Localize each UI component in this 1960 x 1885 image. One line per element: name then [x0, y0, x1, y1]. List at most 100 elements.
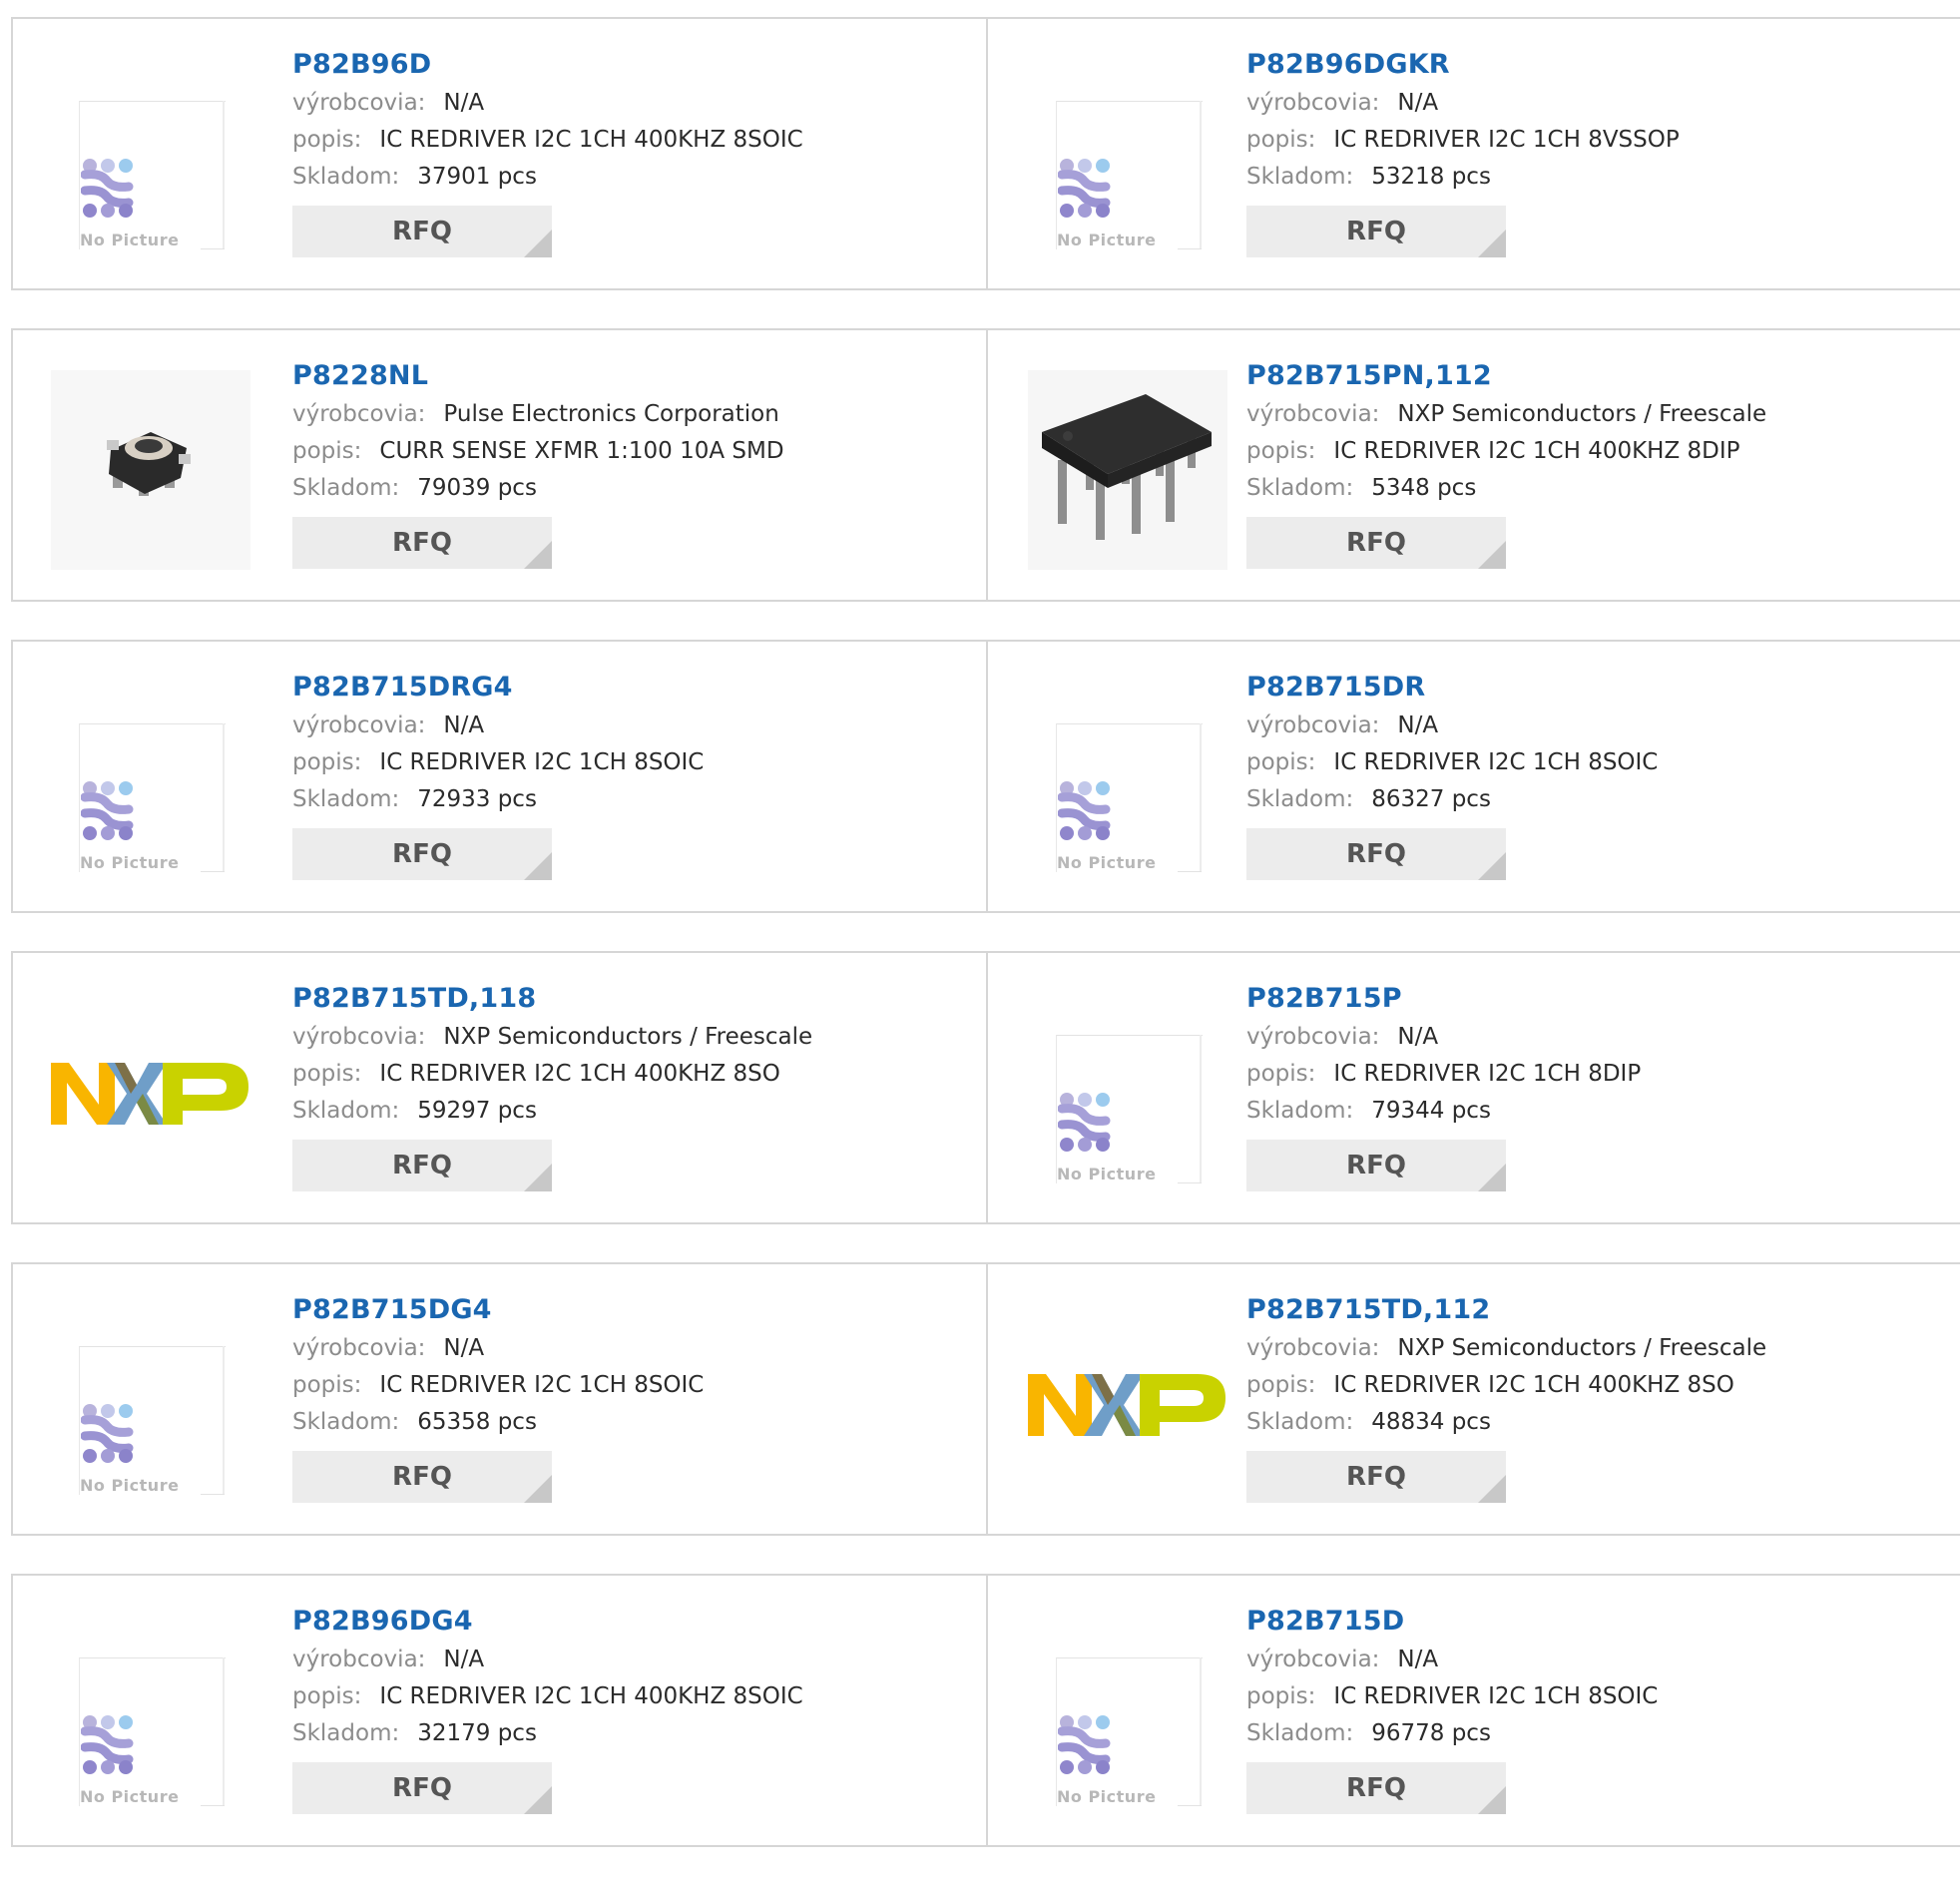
- rfq-button[interactable]: RFQ: [1246, 517, 1506, 569]
- manufacturer-value: N/A: [443, 90, 485, 116]
- product-row: No Picture P82B715DG4 výrobcovia: N/A pop…: [11, 1262, 1960, 1536]
- part-number-link[interactable]: P82B715DG4: [292, 1290, 704, 1330]
- description-label: popis:: [1246, 1372, 1316, 1398]
- stock-row: Skladom: 32179 pcs: [292, 1715, 803, 1752]
- stock-value: 86327 pcs: [1371, 786, 1491, 812]
- part-number-link[interactable]: P82B715P: [1246, 979, 1641, 1019]
- corner-fold-icon: [1478, 1786, 1506, 1814]
- description-value: IC REDRIVER I2C 1CH 8VSSOP: [1333, 127, 1680, 153]
- manufacturer-label: výrobcovia:: [292, 90, 426, 116]
- stock-row: Skladom: 65358 pcs: [292, 1404, 704, 1441]
- rfq-label: RFQ: [392, 839, 452, 869]
- manufacturer-value: N/A: [1397, 712, 1439, 738]
- rfq-button[interactable]: RFQ: [292, 1762, 552, 1814]
- rfq-button[interactable]: RFQ: [292, 828, 552, 880]
- product-info: P82B715TD,112 výrobcovia: NXP Semiconduct…: [1246, 1290, 1766, 1503]
- rfq-button[interactable]: RFQ: [292, 1140, 552, 1191]
- product-card: No Picture P82B715D výrobcovia: N/A popis…: [988, 1574, 1960, 1847]
- no-picture-placeholder: No Picture: [1028, 993, 1227, 1192]
- stock-label: Skladom:: [292, 475, 400, 501]
- part-number-link[interactable]: P82B715PN,112: [1246, 356, 1766, 396]
- manufacturer-row: výrobcovia: N/A: [292, 1642, 803, 1678]
- product-card: P82B715TD,118 výrobcovia: NXP Semiconduct…: [11, 951, 988, 1224]
- part-number-link[interactable]: P82B715TD,112: [1246, 1290, 1766, 1330]
- product-image[interactable]: No Picture: [1028, 682, 1227, 881]
- product-image[interactable]: No Picture: [1028, 1616, 1227, 1815]
- part-number-link[interactable]: P82B96DGKR: [1246, 45, 1680, 85]
- part-number-link[interactable]: P82B715DRG4: [292, 668, 704, 707]
- part-number-link[interactable]: P82B715TD,118: [292, 979, 812, 1019]
- product-image[interactable]: No Picture: [1028, 59, 1227, 258]
- manufacturer-row: výrobcovia: N/A: [1246, 707, 1658, 744]
- description-value: IC REDRIVER I2C 1CH 400KHZ 8SOIC: [379, 127, 803, 153]
- rfq-button[interactable]: RFQ: [1246, 828, 1506, 880]
- stock-value: 79344 pcs: [1371, 1098, 1491, 1124]
- no-picture-placeholder: No Picture: [1028, 1616, 1227, 1815]
- product-card: No Picture P82B96D výrobcovia: N/A popis:…: [11, 17, 988, 290]
- corner-fold-icon: [524, 541, 552, 569]
- part-number-link[interactable]: P82B96DG4: [292, 1602, 803, 1642]
- description-label: popis:: [292, 1372, 362, 1398]
- description-value: IC REDRIVER I2C 1CH 400KHZ 8SO: [1333, 1372, 1734, 1398]
- stock-row: Skladom: 86327 pcs: [1246, 781, 1658, 818]
- no-picture-text: No Picture: [1057, 1787, 1157, 1806]
- description-row: popis: IC REDRIVER I2C 1CH 8SOIC: [1246, 1678, 1658, 1715]
- manufacturer-label: výrobcovia:: [292, 1335, 426, 1361]
- description-label: popis:: [1246, 749, 1316, 775]
- part-number-link[interactable]: P8228NL: [292, 356, 784, 396]
- manufacturer-row: výrobcovia: N/A: [1246, 1642, 1658, 1678]
- product-image[interactable]: [51, 993, 250, 1192]
- product-image[interactable]: [1028, 370, 1227, 570]
- rfq-button[interactable]: RFQ: [1246, 206, 1506, 257]
- manufacturer-label: výrobcovia:: [292, 401, 426, 427]
- description-row: popis: IC REDRIVER I2C 1CH 400KHZ 8SO: [292, 1056, 812, 1093]
- stock-value: 48834 pcs: [1371, 1409, 1491, 1435]
- description-value: IC REDRIVER I2C 1CH 8SOIC: [379, 749, 705, 775]
- stock-value: 96778 pcs: [1371, 1720, 1491, 1746]
- manufacturer-label: výrobcovia:: [292, 712, 426, 738]
- rfq-label: RFQ: [1346, 1151, 1406, 1180]
- description-label: popis:: [1246, 438, 1316, 464]
- stock-label: Skladom:: [292, 1720, 400, 1746]
- description-label: popis:: [292, 1683, 362, 1709]
- stock-value: 72933 pcs: [417, 786, 537, 812]
- product-image[interactable]: No Picture: [51, 682, 250, 881]
- product-card: No Picture P82B96DG4 výrobcovia: N/A popi…: [11, 1574, 988, 1847]
- product-info: P8228NL výrobcovia: Pulse Electronics Cor…: [292, 356, 784, 569]
- product-image[interactable]: No Picture: [51, 1304, 250, 1504]
- product-image[interactable]: [1028, 1304, 1227, 1504]
- part-number-link[interactable]: P82B715D: [1246, 1602, 1658, 1642]
- rfq-label: RFQ: [1346, 1773, 1406, 1803]
- description-row: popis: CURR SENSE XFMR 1:100 10A SMD: [292, 433, 784, 470]
- part-number-link[interactable]: P82B715DR: [1246, 668, 1658, 707]
- description-label: popis:: [292, 438, 362, 464]
- stock-row: Skladom: 48834 pcs: [1246, 1404, 1766, 1441]
- no-picture-icon: [1058, 159, 1111, 218]
- part-number-link[interactable]: P82B96D: [292, 45, 803, 85]
- product-info: P82B715TD,118 výrobcovia: NXP Semiconduct…: [292, 979, 812, 1191]
- stock-label: Skladom:: [292, 786, 400, 812]
- stock-value: 32179 pcs: [417, 1720, 537, 1746]
- rfq-button[interactable]: RFQ: [292, 1451, 552, 1503]
- manufacturer-row: výrobcovia: N/A: [292, 1330, 704, 1367]
- rfq-button[interactable]: RFQ: [1246, 1140, 1506, 1191]
- product-image[interactable]: [51, 370, 250, 570]
- rfq-button[interactable]: RFQ: [1246, 1762, 1506, 1814]
- corner-fold-icon: [1478, 1475, 1506, 1503]
- no-picture-placeholder: No Picture: [1028, 682, 1227, 881]
- product-image[interactable]: No Picture: [51, 1616, 250, 1815]
- manufacturer-row: výrobcovia: Pulse Electronics Corporation: [292, 396, 784, 433]
- stock-value: 53218 pcs: [1371, 164, 1491, 190]
- rfq-button[interactable]: RFQ: [292, 206, 552, 257]
- stock-value: 59297 pcs: [417, 1098, 537, 1124]
- stock-value: 79039 pcs: [417, 475, 537, 501]
- product-card: No Picture P82B715DR výrobcovia: N/A popi…: [988, 640, 1960, 913]
- description-label: popis:: [1246, 1061, 1316, 1087]
- product-image[interactable]: No Picture: [51, 59, 250, 258]
- nxp-logo-image: [51, 1063, 248, 1125]
- manufacturer-label: výrobcovia:: [1246, 401, 1380, 427]
- product-image[interactable]: No Picture: [1028, 993, 1227, 1192]
- description-value: IC REDRIVER I2C 1CH 8SOIC: [1333, 749, 1659, 775]
- rfq-button[interactable]: RFQ: [292, 517, 552, 569]
- rfq-button[interactable]: RFQ: [1246, 1451, 1506, 1503]
